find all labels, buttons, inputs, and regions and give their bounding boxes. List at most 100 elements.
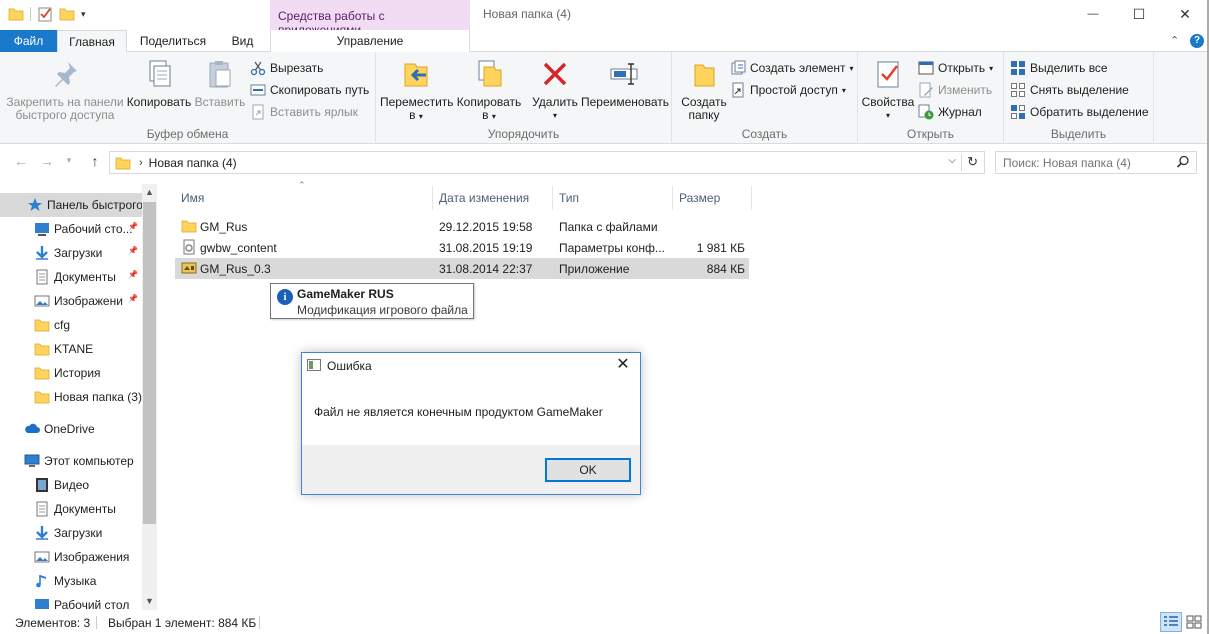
properties-icon[interactable] — [37, 6, 53, 22]
copy-button[interactable]: Копировать — [126, 58, 192, 109]
dialog-title-bar[interactable]: Ошибка ✕ — [302, 353, 640, 378]
nav-item-label: KTANE — [54, 342, 94, 356]
new-folder-icon[interactable] — [59, 6, 75, 22]
nav-item[interactable]: cfg — [0, 313, 142, 337]
new-item-button[interactable]: Создать элемент ▾ — [730, 59, 854, 77]
nav-this-pc[interactable]: Этот компьютер — [0, 449, 142, 473]
open-button[interactable]: Открыть ▾ — [918, 59, 993, 77]
edit-button[interactable]: Изменить — [918, 81, 992, 99]
breadcrumb-current[interactable]: Новая папка (4) — [149, 156, 237, 170]
arrow-right-icon: → — [40, 153, 54, 169]
up-button[interactable]: ↑ — [86, 153, 104, 171]
close-button[interactable]: ✕ — [1162, 0, 1208, 28]
application-icon — [181, 260, 197, 276]
search-input[interactable] — [1003, 155, 1168, 170]
nav-item[interactable]: Изображения — [0, 545, 142, 569]
tab-manage[interactable]: Управление — [270, 30, 470, 52]
select-none-button[interactable]: Снять выделение — [1010, 81, 1129, 99]
tab-view[interactable]: Вид — [220, 30, 265, 52]
nav-quick-access[interactable]: Панель быстрого доступа — [0, 193, 142, 217]
properties-button[interactable]: Свойства ▾ — [860, 58, 916, 122]
maximize-button[interactable]: ☐ — [1116, 0, 1162, 28]
nav-onedrive[interactable]: OneDrive — [0, 417, 142, 441]
arrow-up-icon: ↑ — [91, 153, 99, 169]
search-box[interactable] — [995, 151, 1197, 174]
nav-item[interactable]: Загрузки 📌 — [0, 241, 142, 265]
large-icons-view-button[interactable] — [1183, 612, 1205, 632]
open-group-label: Открыть — [906, 127, 955, 141]
nav-item[interactable]: Изображени 📌 — [0, 289, 142, 313]
downloads-icon — [34, 245, 50, 261]
copy-path-button[interactable]: Скопировать путь — [250, 81, 369, 99]
column-name[interactable]: Имя — [175, 186, 433, 210]
nav-scrollbar[interactable]: ▲ ▼ — [142, 184, 157, 610]
column-size[interactable]: Размер — [673, 186, 752, 210]
nav-item[interactable]: История — [0, 361, 142, 385]
help-icon[interactable]: ? — [1190, 34, 1204, 48]
paste-shortcut-button[interactable]: Вставить ярлык — [250, 103, 358, 121]
nav-item[interactable]: Видео — [0, 473, 142, 497]
move-to-button[interactable]: Переместить в ▾ — [380, 58, 454, 123]
minimize-button[interactable]: — — [1070, 0, 1116, 28]
delete-label: Удалить — [532, 95, 578, 109]
table-row[interactable]: gwbw_content 31.08.2015 19:19 Параметры ко… — [175, 237, 749, 258]
delete-icon — [539, 58, 571, 90]
column-type[interactable]: Тип — [553, 186, 673, 210]
nav-item[interactable]: Рабочий стол — [0, 593, 142, 610]
new-folder-button[interactable]: Создать папку — [676, 58, 732, 122]
nav-item[interactable]: Новая папка (3) — [0, 385, 142, 409]
search-icon[interactable] — [1176, 155, 1190, 169]
scroll-up-icon[interactable]: ▲ — [142, 187, 157, 197]
select-group-label: Выделить — [1050, 127, 1107, 141]
table-row[interactable]: GM_Rus 29.12.2015 19:58 Папка с файлами — [175, 216, 749, 237]
nav-item[interactable]: Музыка — [0, 569, 142, 593]
ok-button[interactable]: OK — [545, 458, 631, 482]
copy-to-button[interactable]: Копировать в ▾ — [454, 58, 524, 123]
nav-item[interactable]: Загрузки — [0, 521, 142, 545]
folder-icon — [34, 389, 50, 405]
easy-access-button[interactable]: Простой доступ ▾ — [730, 81, 846, 99]
select-all-button[interactable]: Выделить все — [1010, 59, 1108, 77]
chevron-down-icon[interactable]: ⌵ — [948, 155, 956, 166]
nav-item[interactable]: Документы — [0, 497, 142, 521]
recent-locations-button[interactable]: ▾ — [60, 155, 78, 173]
details-view-button[interactable] — [1160, 612, 1182, 632]
forward-button[interactable]: → — [38, 153, 56, 171]
tab-file[interactable]: Файл — [0, 30, 57, 52]
chevron-down-icon: ▾ — [552, 111, 557, 120]
file-date: 29.12.2015 19:58 — [439, 220, 533, 234]
open-icon — [918, 60, 934, 76]
tab-share[interactable]: Поделиться — [132, 30, 214, 52]
nav-item[interactable]: Рабочий сто... 📌 — [0, 217, 142, 241]
collapse-ribbon-icon[interactable]: ⌃ — [1170, 34, 1179, 47]
scroll-down-icon[interactable]: ▼ — [142, 596, 157, 606]
nav-item[interactable]: Документы 📌 — [0, 265, 142, 289]
rename-button[interactable]: Переименовать — [580, 58, 670, 109]
table-row[interactable]: GM_Rus_0.3 31.08.2014 22:37 Приложение 884 … — [175, 258, 749, 279]
column-date[interactable]: Дата изменения — [433, 186, 553, 210]
file-name: gwbw_content — [200, 241, 277, 255]
rename-icon — [609, 58, 641, 90]
history-button[interactable]: Журнал — [918, 103, 982, 121]
paste-button[interactable]: Вставить — [192, 58, 248, 109]
minimize-icon: — — [1087, 8, 1099, 20]
close-icon: ✕ — [616, 356, 630, 373]
folder-icon — [181, 218, 197, 234]
delete-button[interactable]: Удалить ▾ — [530, 58, 580, 122]
nav-item[interactable]: KTANE — [0, 337, 142, 361]
ribbon-tabs: Файл Главная Поделиться Вид Управление ⌃ — [0, 30, 1209, 53]
invert-selection-button[interactable]: Обратить выделение — [1010, 103, 1149, 121]
address-bar[interactable]: › Новая папка (4) ⌵ ↻ — [109, 151, 985, 174]
qat-customize-icon[interactable]: ▾ — [81, 9, 86, 20]
select-group: Выделить все Снять выделение Обратить вы… — [1004, 52, 1154, 144]
back-button[interactable]: ← — [12, 153, 30, 171]
cut-button[interactable]: Вырезать — [250, 59, 323, 77]
tab-home[interactable]: Главная — [57, 30, 127, 53]
dialog-close-button[interactable]: ✕ — [610, 354, 636, 376]
pin-quick-access-button[interactable]: Закрепить на панели быстрого доступа — [6, 58, 124, 122]
nav-item-label: История — [54, 366, 101, 380]
nav-scrollbar-thumb[interactable] — [143, 202, 156, 524]
refresh-icon[interactable]: ↻ — [967, 154, 978, 170]
easy-access-label: Простой доступ — [750, 83, 838, 97]
navigation-pane: Панель быстрого доступа Рабочий сто...📌З… — [0, 184, 157, 610]
